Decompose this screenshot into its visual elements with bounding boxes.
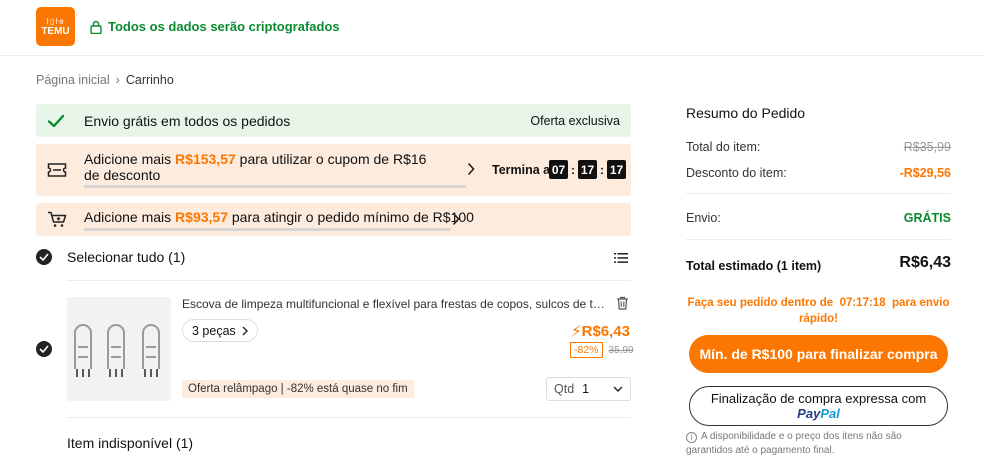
free-shipping-text: Envio grátis em todos os pedidos: [84, 113, 291, 129]
ticket-icon: [47, 163, 67, 177]
estimated-total-label: Total estimado (1 item): [686, 259, 822, 273]
quantity-value: 1: [582, 382, 590, 396]
minimum-order-banner[interactable]: Adicione mais R$93,57 para atingir o ped…: [36, 203, 631, 236]
lightning-icon: ⚡: [571, 323, 582, 340]
timer-seconds: 17: [607, 160, 626, 179]
exclusive-offer-label: Oferta exclusiva: [530, 114, 620, 128]
chevron-down-icon: [613, 386, 623, 392]
shipping-value: GRÁTIS: [903, 211, 951, 225]
cart-icon: [48, 211, 67, 227]
hurry-prefix: Faça seu pedido dentro de: [687, 297, 834, 309]
secure-text: Todos os dados serão criptografados: [108, 19, 340, 34]
coupon-prefix: Adicione mais: [84, 151, 172, 167]
breadcrumb-current: Carrinho: [125, 73, 174, 87]
shipping-row: Envio: GRÁTIS: [686, 211, 951, 225]
item-discount-value: -R$29,56: [899, 166, 951, 180]
chevron-right-icon: [242, 326, 248, 335]
original-price: 35,99: [608, 344, 634, 356]
timer-minutes: 17: [578, 160, 597, 179]
minimum-prefix: Adicione mais: [84, 209, 172, 225]
minimum-order-text: Adicione mais R$93,57 para atingir o ped…: [84, 209, 474, 225]
list-view-icon[interactable]: [614, 252, 628, 264]
discount-row: -82% 35,99: [570, 342, 634, 358]
discount-badge: -82%: [570, 342, 603, 358]
item-price: ⚡R$6,43: [571, 322, 630, 340]
free-shipping-banner: Envio grátis em todos os pedidos Oferta …: [36, 104, 631, 137]
paypal-logo-b: Pal: [820, 406, 840, 421]
flash-sale-notice: Oferta relâmpago | -82% está quase no fi…: [182, 380, 414, 398]
divider: [67, 417, 631, 418]
check-icon: [47, 114, 65, 128]
check-icon: [39, 253, 49, 261]
minimum-amount: R$93,57: [175, 209, 228, 225]
paypal-logo-a: Pay: [797, 406, 821, 421]
minimum-suffix: para atingir o pedido mínimo de R$100: [231, 209, 474, 225]
timer-hours: 07: [549, 160, 568, 179]
checkout-button[interactable]: Mín. de R$100 para finalizar compra: [689, 335, 948, 373]
select-all-row[interactable]: Selecionar tudo (1): [36, 249, 185, 265]
summary-title: Resumo do Pedido: [686, 105, 806, 121]
variant-label: 3 peças: [192, 323, 236, 338]
chevron-right-icon[interactable]: [452, 212, 460, 226]
price-value: R$6,43: [581, 323, 630, 340]
check-icon: [39, 345, 49, 353]
breadcrumb-home[interactable]: Página inicial: [36, 73, 110, 87]
chevron-right-icon[interactable]: [467, 162, 475, 176]
logo-text: TEMU: [41, 25, 70, 37]
paypal-express-button[interactable]: Finalização de compra expressa com PayPa…: [689, 386, 948, 426]
coupon-amount: R$153,57: [175, 151, 236, 167]
items-total-label: Total do item:: [686, 140, 761, 154]
shipping-label: Envio:: [686, 211, 721, 225]
coupon-progress-bar: [84, 185, 466, 188]
countdown-timer: 07 : 17 : 17: [549, 160, 626, 179]
item-discount-label: Desconto do item:: [686, 166, 787, 180]
items-total-value: R$35,99: [903, 140, 951, 154]
timer-separator: :: [571, 162, 575, 177]
hurry-time: 07:17:18: [839, 297, 886, 309]
minimum-progress-bar: [84, 228, 451, 231]
timer-separator: :: [600, 162, 604, 177]
lock-icon: [90, 20, 102, 34]
select-all-checkbox[interactable]: [36, 249, 52, 265]
unavailable-items-heading[interactable]: Item indisponível (1): [67, 435, 193, 451]
breadcrumb-separator: ›: [115, 73, 120, 87]
coupon-text: Adicione mais R$153,57 para utilizar o c…: [84, 151, 429, 183]
secure-notice: Todos os dados serão criptografados: [90, 19, 340, 34]
info-icon: i: [686, 432, 697, 443]
variant-selector[interactable]: 3 peças: [182, 319, 258, 342]
header: ŀ▯ŀɘ TEMU Todos os dados serão criptogra…: [0, 0, 984, 56]
product-image[interactable]: [67, 297, 171, 401]
divider: [67, 280, 631, 281]
product-title[interactable]: Escova de limpeza multifuncional e flexí…: [182, 297, 607, 311]
price-disclaimer: iA disponibilidade e o preço dos itens n…: [686, 430, 951, 458]
estimated-total-value: R$6,43: [899, 254, 951, 271]
estimated-total-row: Total estimado (1 item) R$6,43: [686, 254, 951, 273]
select-all-label: Selecionar tudo (1): [67, 249, 186, 265]
express-checkout-label: Finalização de compra expressa com: [710, 391, 927, 406]
trash-icon[interactable]: [616, 296, 629, 310]
item-checkbox[interactable]: [36, 341, 52, 357]
fast-shipping-notice: Faça seu pedido dentro de 07:17:18 para …: [686, 295, 951, 327]
coupon-banner[interactable]: Adicione mais R$153,57 para utilizar o c…: [36, 144, 631, 196]
paypal-logo: PayPal: [797, 406, 840, 421]
quantity-label: Qtd: [554, 382, 575, 396]
logo-glyphs: ŀ▯ŀɘ: [46, 16, 65, 26]
divider: [686, 239, 951, 240]
item-discount-row: Desconto do item: -R$29,56: [686, 166, 951, 180]
brush-product-illustration: [74, 324, 160, 377]
ends-label: Termina a: [492, 163, 551, 177]
quantity-select[interactable]: Qtd 1: [546, 377, 631, 401]
temu-logo[interactable]: ŀ▯ŀɘ TEMU: [36, 7, 75, 46]
items-total-row: Total do item: R$35,99: [686, 140, 951, 154]
breadcrumb: Página inicial › Carrinho: [36, 73, 174, 87]
divider: [686, 193, 951, 194]
disclaimer-text: A disponibilidade e o preço dos itens nã…: [686, 431, 902, 456]
